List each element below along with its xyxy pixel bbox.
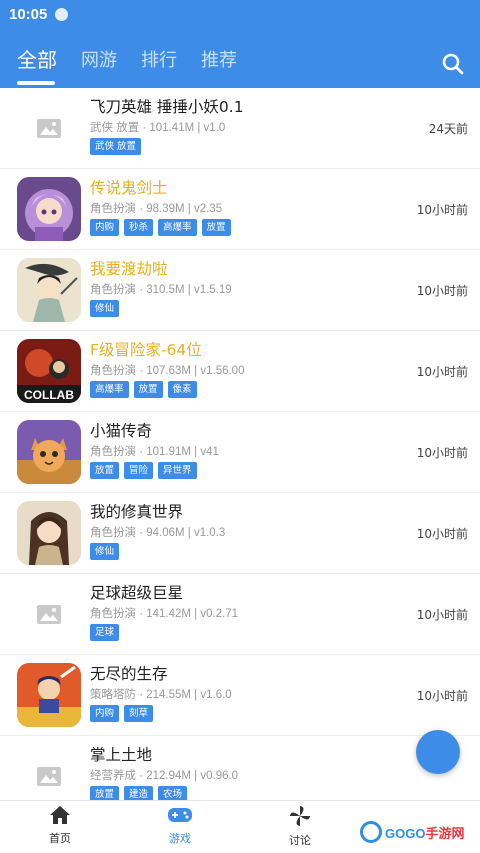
game-title: 掌上土地 (90, 746, 153, 764)
game-tag: 修仙 (90, 300, 120, 317)
update-time: 10小时前 (416, 527, 468, 541)
game-tags: 高爆率 放置 像素 (90, 381, 197, 398)
game-meta: 角色扮演 · 98.39M | v2.35 (90, 203, 223, 215)
game-title: F级冒险家-64位 (90, 341, 202, 359)
game-icon-cat-warrior (17, 420, 81, 484)
game-tags: 内购 刻草 (90, 705, 154, 722)
game-icon-ink-cultivator (17, 258, 81, 322)
svg-text:COLLAB: COLLAB (24, 388, 74, 402)
game-row[interactable]: 传说鬼剑士 角色扮演 · 98.39M | v2.35 内购 秒杀 高爆率 放置… (0, 169, 480, 250)
notification-icon (55, 7, 69, 21)
watermark-text: GOGO手游网 (385, 825, 465, 841)
game-meta: 角色扮演 · 141.42M | v0.2.71 (90, 608, 239, 620)
game-title: 我要渡劫啦 (90, 260, 168, 278)
update-time: 10小时前 (416, 689, 468, 703)
game-row[interactable]: 掌上土地 经营养成 · 212.94M | v0.96.0 放置 建造 农场 (0, 736, 480, 800)
game-title: 足球超级巨星 (90, 584, 184, 602)
game-tag: 高爆率 (158, 219, 197, 236)
update-time: 24天前 (428, 122, 468, 136)
nav-discuss[interactable]: 讨论 (260, 805, 340, 848)
tab-ranking[interactable]: 排行 (141, 46, 177, 72)
arrow-up-icon (429, 743, 447, 761)
nav-home[interactable]: 首页 (20, 805, 100, 846)
nav-games-label: 游戏 (169, 832, 191, 845)
game-tag: 足球 (90, 624, 120, 641)
game-icon-survivor (17, 663, 81, 727)
tab-recommend[interactable]: 推荐 (201, 46, 237, 72)
game-tags: 修仙 (90, 543, 120, 560)
game-meta: 经营养成 · 212.94M | v0.96.0 (90, 770, 239, 782)
placeholder-image-icon (17, 744, 81, 800)
game-tag: 秒杀 (124, 219, 154, 236)
game-icon-anime-girl (17, 177, 81, 241)
game-row[interactable]: 无尽的生存 策略塔防 · 214.55M | v1.6.0 内购 刻草 10小时… (0, 655, 480, 736)
update-time: 10小时前 (416, 608, 468, 622)
update-time: 10小时前 (416, 365, 468, 379)
game-title: 小猫传奇 (90, 422, 153, 440)
update-time: 10小时前 (416, 446, 468, 460)
game-row[interactable]: 我的修真世界 角色扮演 · 94.06M | v1.0.3 修仙 10小时前 (0, 493, 480, 574)
update-time: 10小时前 (416, 203, 468, 217)
game-title: 飞刀英雄 捶捶小妖0.1 (90, 98, 244, 116)
game-tag: 内购 (90, 705, 120, 722)
game-tag: 异世界 (158, 462, 197, 479)
status-time: 10:05 (9, 5, 48, 23)
game-tag: 放置 (133, 381, 163, 398)
game-row[interactable]: COLLAB F级冒险家-64位 角色扮演 · 107.63M | v1.56.… (0, 331, 480, 412)
category-tabs: 全部 网游 排行 推荐 (0, 40, 480, 88)
game-title: 无尽的生存 (90, 665, 168, 683)
game-tag: 修仙 (90, 543, 120, 560)
game-row[interactable]: 足球超级巨星 角色扮演 · 141.42M | v0.2.71 足球 10小时前 (0, 574, 480, 655)
nav-home-label: 首页 (49, 832, 71, 845)
game-tags: 修仙 (90, 300, 120, 317)
game-icon-cultivator-girl (17, 501, 81, 565)
placeholder-image-icon (17, 96, 81, 160)
game-row[interactable]: 我要渡劫啦 角色扮演 · 310.5M | v1.5.19 修仙 10小时前 (0, 250, 480, 331)
app-header: 10:05 全部 网游 排行 推荐 (0, 0, 480, 88)
search-icon[interactable] (440, 51, 466, 77)
floating-action-button[interactable] (416, 730, 460, 774)
game-title: 传说鬼剑士 (90, 179, 168, 197)
game-tag: 建造 (124, 786, 154, 800)
game-tags: 内购 秒杀 高爆率 放置 (90, 219, 231, 236)
game-tags: 足球 (90, 624, 120, 641)
game-row[interactable]: 小猫传奇 角色扮演 · 101.91M | v41 放置 冒险 异世界 10小时… (0, 412, 480, 493)
game-tag: 内购 (90, 219, 120, 236)
game-tag: 放置 (90, 786, 120, 800)
game-tag: 农场 (158, 786, 188, 800)
game-tag: 刻草 (124, 705, 154, 722)
nav-games[interactable]: 游戏 (140, 805, 220, 846)
game-tags: 放置 冒险 异世界 (90, 462, 197, 479)
game-icon-collab: COLLAB (17, 339, 81, 403)
tab-indicator (17, 81, 55, 85)
game-meta: 策略塔防 · 214.55M | v1.6.0 (90, 689, 232, 701)
placeholder-image-icon (17, 582, 81, 646)
game-tags: 武侠 放置 (90, 138, 142, 155)
game-tag: 冒险 (124, 462, 154, 479)
game-meta: 角色扮演 · 94.06M | v1.0.3 (90, 527, 226, 539)
pinwheel-icon (290, 806, 310, 826)
home-icon (50, 806, 70, 824)
logo-icon (360, 821, 382, 843)
game-row[interactable]: 飞刀英雄 捶捶小妖0.1 武侠 放置 · 101.41M | v1.0 武侠 放… (0, 88, 480, 169)
update-time: 10小时前 (416, 284, 468, 298)
game-tag: 武侠 放置 (90, 138, 142, 155)
gamepad-icon (168, 808, 192, 822)
game-tag: 放置 (90, 462, 120, 479)
tab-online[interactable]: 网游 (81, 46, 117, 72)
game-meta: 角色扮演 · 310.5M | v1.5.19 (90, 284, 232, 296)
nav-discuss-label: 讨论 (289, 834, 311, 847)
game-tags: 放置 建造 农场 (90, 786, 188, 800)
game-tag: 高爆率 (90, 381, 129, 398)
game-tag: 像素 (167, 381, 197, 398)
tab-all[interactable]: 全部 (17, 44, 57, 73)
game-meta: 角色扮演 · 107.63M | v1.56.00 (90, 365, 245, 377)
watermark-logo: GOGO手游网 (360, 818, 478, 846)
game-list: 飞刀英雄 捶捶小妖0.1 武侠 放置 · 101.41M | v1.0 武侠 放… (0, 88, 480, 800)
status-bar: 10:05 (0, 0, 480, 28)
game-title: 我的修真世界 (90, 503, 184, 521)
game-meta: 武侠 放置 · 101.41M | v1.0 (90, 122, 226, 134)
game-tag: 放置 (201, 219, 231, 236)
game-meta: 角色扮演 · 101.91M | v41 (90, 446, 219, 458)
